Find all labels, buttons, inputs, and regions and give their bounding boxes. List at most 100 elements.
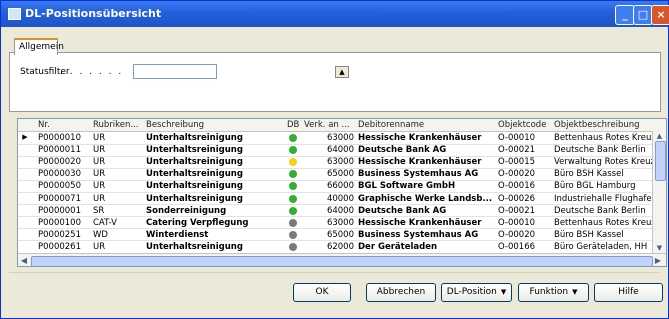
col-objektbeschreibung[interactable]: Objektbeschreibung: [554, 120, 654, 130]
cell-verk: 62000: [326, 241, 354, 252]
col-rubrik[interactable]: Rubriken...: [93, 120, 145, 130]
row-selector[interactable]: [18, 144, 32, 155]
statusfilter-dots: . . . . . . .: [60, 67, 124, 77]
cell-nr: P0000071: [38, 193, 81, 204]
chevron-down-icon: ▼: [572, 288, 578, 296]
cell-nr: P0000001: [38, 205, 81, 216]
scroll-down-icon[interactable]: ▼: [653, 243, 666, 253]
cell-objektcode: O-00166: [498, 241, 536, 252]
cell-objektcode: O-00020: [498, 229, 536, 240]
tab-panel-allgemein: [9, 52, 661, 112]
col-nr[interactable]: Nr.: [38, 120, 68, 130]
cell-beschreibung: Unterhaltsreinigung: [146, 133, 243, 143]
db-status-dot-icon: [289, 230, 297, 239]
table-row[interactable]: P0000020 UR Unterhaltsreinigung 63000 Hessis…: [18, 156, 654, 169]
cell-objekt: Bettenhaus Rotes Kreuz: [554, 217, 654, 228]
cell-verk: 65000: [326, 229, 354, 240]
cell-verk: 40000: [326, 193, 354, 204]
scroll-up-icon[interactable]: ▲: [653, 131, 666, 141]
db-status-dot-icon: [289, 242, 297, 251]
col-objektcode[interactable]: Objektcode: [498, 120, 554, 130]
table-row[interactable]: P0000001 SR Sonderreinigung 64000 Deutsche B…: [18, 205, 654, 218]
statusfilter-input[interactable]: ▲: [133, 64, 349, 79]
cell-nr: P0000010: [38, 133, 81, 143]
db-status-dot-icon: [289, 206, 297, 215]
cell-objekt: Industriehalle Flughafen: [554, 193, 654, 204]
cell-objektcode: O-00026: [498, 193, 536, 204]
horizontal-scrollbar[interactable]: ◀ ▶: [18, 253, 666, 266]
row-selector[interactable]: [18, 156, 32, 167]
cell-debitor: Hessische Krankenhäuser: [358, 133, 482, 143]
cell-nr: P0000020: [38, 157, 81, 168]
db-status-dot-icon: [289, 158, 297, 167]
col-beschreibung[interactable]: Beschreibung: [146, 120, 266, 130]
cell-rubrik: CAT-V: [93, 217, 117, 228]
cell-objekt: Büro BSH Kassel: [554, 229, 624, 240]
cell-debitor: Deutsche Bank AG: [358, 205, 447, 216]
cell-objektcode: O-00010: [498, 133, 536, 143]
cell-nr: P0000261: [38, 241, 81, 252]
table-row[interactable]: P0000251 WD Winterdienst 65000 Business Syst…: [18, 229, 654, 242]
table-row[interactable]: P0000100 CAT-V Catering Verpflegung 63000 He…: [18, 217, 654, 230]
cell-rubrik: UR: [93, 157, 106, 168]
funktion-button[interactable]: Funktion ▼: [518, 283, 589, 302]
cell-verk: 63000: [326, 133, 354, 143]
scroll-right-icon[interactable]: ▶: [652, 255, 664, 266]
cell-objektcode: O-00020: [498, 169, 536, 180]
cell-debitor: BGL Software GmbH: [358, 181, 456, 192]
vertical-scroll-thumb[interactable]: [655, 141, 666, 181]
vertical-scrollbar[interactable]: ▲ ▼: [652, 131, 666, 253]
cell-objekt: Büro Geräteladen, HH: [554, 241, 648, 252]
statusfilter-dropdown-button[interactable]: ▲: [335, 66, 349, 78]
table-row[interactable]: P0000011 UR Unterhaltsreinigung 64000 Deutsc…: [18, 144, 654, 157]
horizontal-scroll-thumb[interactable]: [31, 256, 653, 266]
row-selector[interactable]: [18, 193, 32, 204]
cancel-button[interactable]: Abbrechen: [366, 283, 436, 302]
maximize-button[interactable]: □: [633, 5, 653, 25]
ok-button[interactable]: OK: [293, 283, 351, 302]
close-button[interactable]: ×: [651, 5, 669, 25]
table-row[interactable]: P0000261 UR Unterhaltsreinigung 62000 Der Ge…: [18, 241, 654, 254]
row-selector[interactable]: [18, 168, 32, 179]
cell-beschreibung: Winterdienst: [146, 229, 209, 240]
cell-objektcode: O-00021: [498, 145, 536, 156]
chevron-down-icon: ▼: [500, 288, 507, 296]
cell-debitor: Deutsche Bank AG: [358, 145, 447, 156]
table-row[interactable]: P0000071 UR Unterhaltsreinigung 40000 Graphi…: [18, 193, 654, 206]
divider: [9, 272, 659, 273]
scroll-left-icon[interactable]: ◀: [18, 255, 30, 266]
row-selector[interactable]: [18, 241, 32, 252]
table-row[interactable]: P0000050 UR Unterhaltsreinigung 66000 BGL So…: [18, 180, 654, 194]
positions-table[interactable]: Nr. Rubriken... Beschreibung DB Verk. an…: [17, 118, 667, 267]
cell-verk: 65000: [326, 169, 354, 180]
help-button[interactable]: Hilfe: [594, 283, 663, 302]
col-debitorenname[interactable]: Debitorenname: [358, 120, 498, 130]
cell-nr: P0000100: [38, 217, 81, 228]
cell-beschreibung: Unterhaltsreinigung: [146, 181, 243, 192]
minimize-button[interactable]: _: [615, 5, 635, 25]
cell-verk: 64000: [326, 205, 354, 216]
row-selector[interactable]: [18, 180, 32, 191]
table-row[interactable]: P0000030 UR Unterhaltsreinigung 65000 Busine…: [18, 168, 654, 181]
cell-nr: P0000030: [38, 169, 81, 180]
table-row[interactable]: ▶ P0000010 UR Unterhaltsreinigung 63000 Hessi…: [18, 132, 654, 145]
row-selector[interactable]: [18, 217, 32, 228]
row-selector[interactable]: [18, 229, 32, 240]
cell-rubrik: UR: [93, 133, 106, 143]
title-bar[interactable]: DL-Positionsübersicht _ □ ×: [1, 1, 669, 27]
col-db[interactable]: DB: [287, 120, 303, 130]
cell-debitor: Hessische Krankenhäuser: [358, 157, 482, 168]
cell-rubrik: UR: [93, 241, 106, 252]
cell-objekt: Verwaltung Rotes Kreuz: [554, 157, 654, 168]
cell-verk: 66000: [326, 181, 354, 192]
table-header: Nr. Rubriken... Beschreibung DB Verk. an…: [18, 119, 666, 132]
cell-beschreibung: Unterhaltsreinigung: [146, 157, 243, 168]
cell-rubrik: SR: [93, 205, 105, 216]
tab-allgemein[interactable]: Allgemein: [14, 38, 64, 55]
current-row-arrow-icon[interactable]: ▶: [18, 132, 32, 143]
db-status-dot-icon: [289, 146, 297, 155]
dl-position-button[interactable]: DL-Position ▼: [441, 283, 512, 302]
row-selector[interactable]: [18, 205, 32, 216]
cell-objekt: Deutsche Bank Berlin: [554, 205, 646, 216]
col-verk[interactable]: Verk. an ...: [304, 120, 354, 130]
